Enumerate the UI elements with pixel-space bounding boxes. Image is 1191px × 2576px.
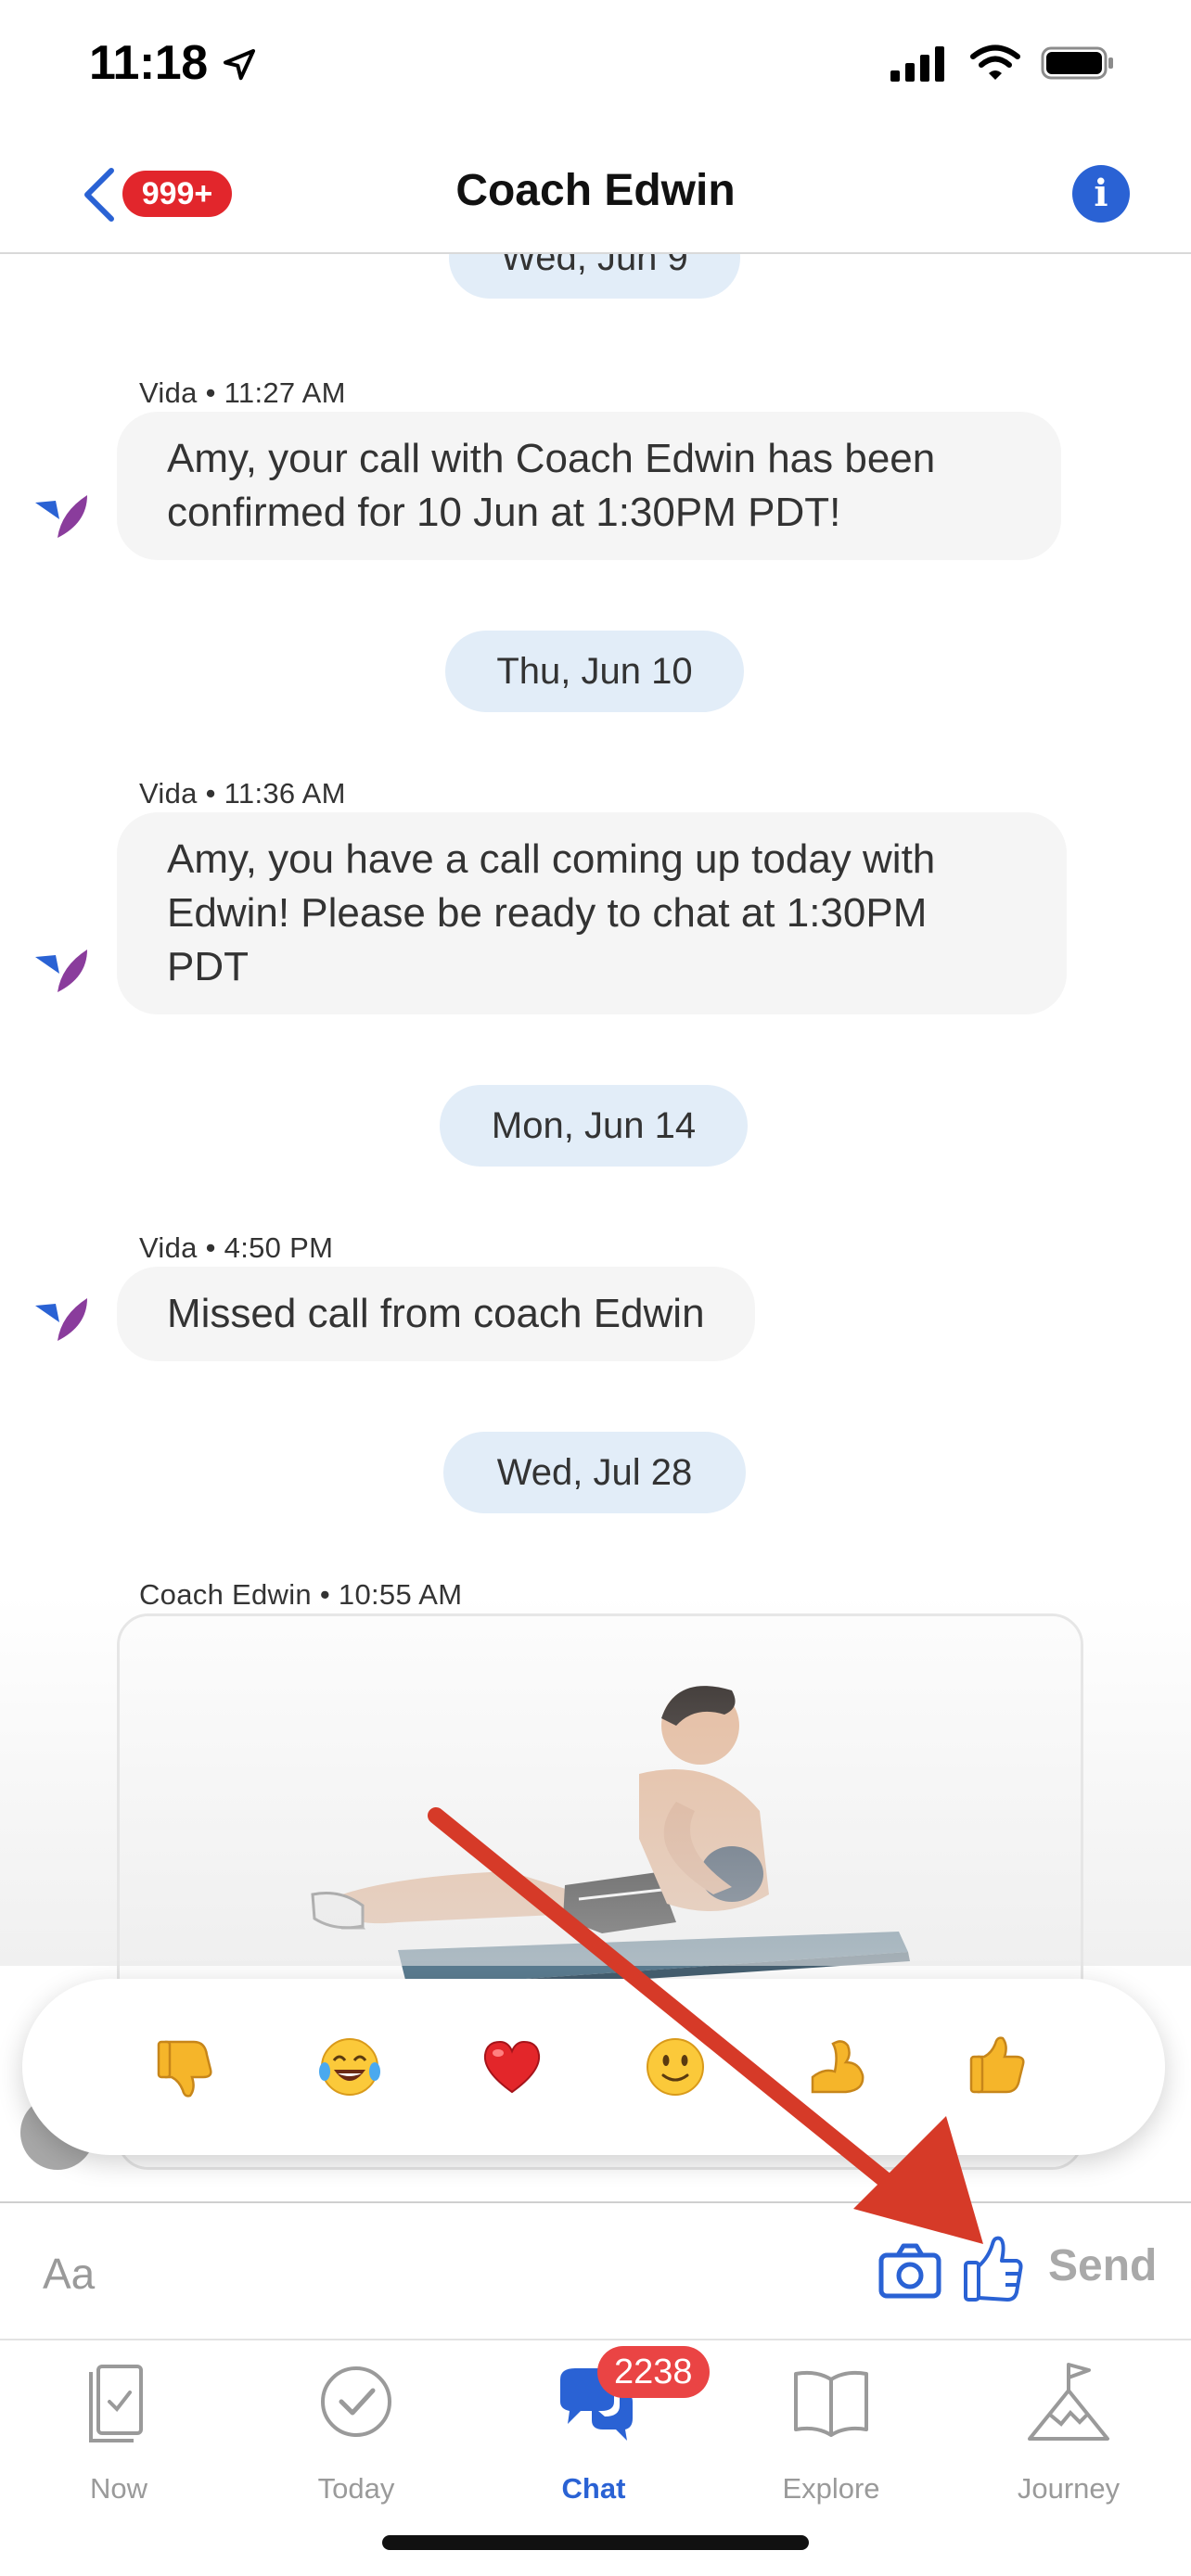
- cellular-signal-icon: [890, 46, 944, 82]
- message-text-line: Edwin! Please be ready to chat at 1:30PM: [167, 890, 928, 936]
- page-title: Coach Edwin: [455, 166, 736, 215]
- tab-label: Now: [89, 2472, 147, 2505]
- open-book-icon: [794, 2370, 868, 2437]
- home-indicator[interactable]: [382, 2535, 809, 2550]
- message-input[interactable]: [43, 2244, 599, 2303]
- message-bubble[interactable]: Amy, your call with Coach Edwin has been…: [117, 412, 1061, 560]
- overlay-shade: [0, 1595, 1191, 1966]
- red-heart-icon: [484, 2040, 541, 2094]
- vida-logo-icon: [35, 950, 87, 992]
- tab-label: Chat: [561, 2472, 626, 2505]
- flexed-biceps-icon: [811, 2040, 864, 2094]
- wifi-icon: [970, 45, 1020, 80]
- heart-reaction[interactable]: [475, 2030, 549, 2104]
- slight-smile-icon: [646, 2038, 704, 2096]
- message-text: Missed call from coach Edwin: [167, 1291, 705, 1336]
- date-separator: Wed, Jul 28: [443, 1432, 746, 1513]
- mountain-flag-icon: [1028, 2363, 1109, 2441]
- flex-reaction[interactable]: [800, 2030, 875, 2104]
- date-separator: Mon, Jun 14: [440, 1085, 748, 1167]
- tab-journey[interactable]: Journey: [976, 2359, 1161, 2505]
- message-text-line: Amy, your call with Coach Edwin has been: [167, 436, 936, 481]
- checklist-icon: [89, 2365, 143, 2442]
- screen: 11:18 999+ Coach Edwin i Wed, Jun 9 Vida…: [0, 0, 1191, 2576]
- message-bubble[interactable]: Amy, you have a call coming up today wit…: [117, 812, 1067, 1014]
- chat-unread-badge: 2238: [597, 2346, 710, 2398]
- laughing-tears-icon: [318, 2038, 380, 2096]
- tab-label: Journey: [1017, 2472, 1121, 2505]
- date-separator: Thu, Jun 10: [445, 631, 744, 712]
- thumbs-up-reaction[interactable]: [963, 2030, 1037, 2104]
- tab-label: Today: [317, 2472, 395, 2505]
- vida-logo-icon: [35, 495, 87, 538]
- message-meta: Vida • 11:27 AM: [139, 376, 346, 409]
- message-meta: Vida • 11:36 AM: [139, 777, 346, 810]
- smile-reaction[interactable]: [638, 2030, 712, 2104]
- status-time: 11:18: [89, 36, 208, 90]
- tab-today[interactable]: Today: [263, 2359, 449, 2505]
- message-text-line: Amy, you have a call coming up today wit…: [167, 836, 936, 882]
- message-bubble[interactable]: Missed call from coach Edwin: [117, 1267, 755, 1361]
- tab-label: Explore: [782, 2472, 880, 2505]
- date-separator: Wed, Jun 9: [449, 254, 740, 299]
- laughing-tears-reaction[interactable]: [313, 2030, 387, 2104]
- thumbs-up-send-icon[interactable]: [963, 2233, 1024, 2303]
- battery-icon: [1041, 46, 1113, 80]
- message-composer: Send: [0, 2201, 1191, 2340]
- vida-logo-icon: [35, 1298, 87, 1341]
- thumbs-down-reaction[interactable]: [150, 2030, 224, 2104]
- thumbs-down-icon: [157, 2040, 212, 2098]
- reaction-picker: [22, 1979, 1165, 2155]
- status-icons: [890, 45, 1117, 82]
- info-icon[interactable]: i: [1072, 165, 1130, 223]
- message-text-line: PDT: [167, 944, 249, 989]
- send-button[interactable]: Send: [1048, 2240, 1157, 2291]
- tab-explore[interactable]: Explore: [738, 2359, 924, 2505]
- check-circle-icon: [321, 2366, 391, 2437]
- message-meta: Vida • 4:50 PM: [139, 1231, 334, 1264]
- navigation-header: 999+ Coach Edwin i: [0, 139, 1191, 254]
- tab-now[interactable]: Now: [26, 2359, 211, 2505]
- thumbs-up-icon: [970, 2036, 1025, 2094]
- message-text-line: confirmed for 10 Jun at 1:30PM PDT!: [167, 490, 841, 535]
- location-arrow-icon: [224, 49, 255, 81]
- camera-icon[interactable]: [877, 2240, 942, 2302]
